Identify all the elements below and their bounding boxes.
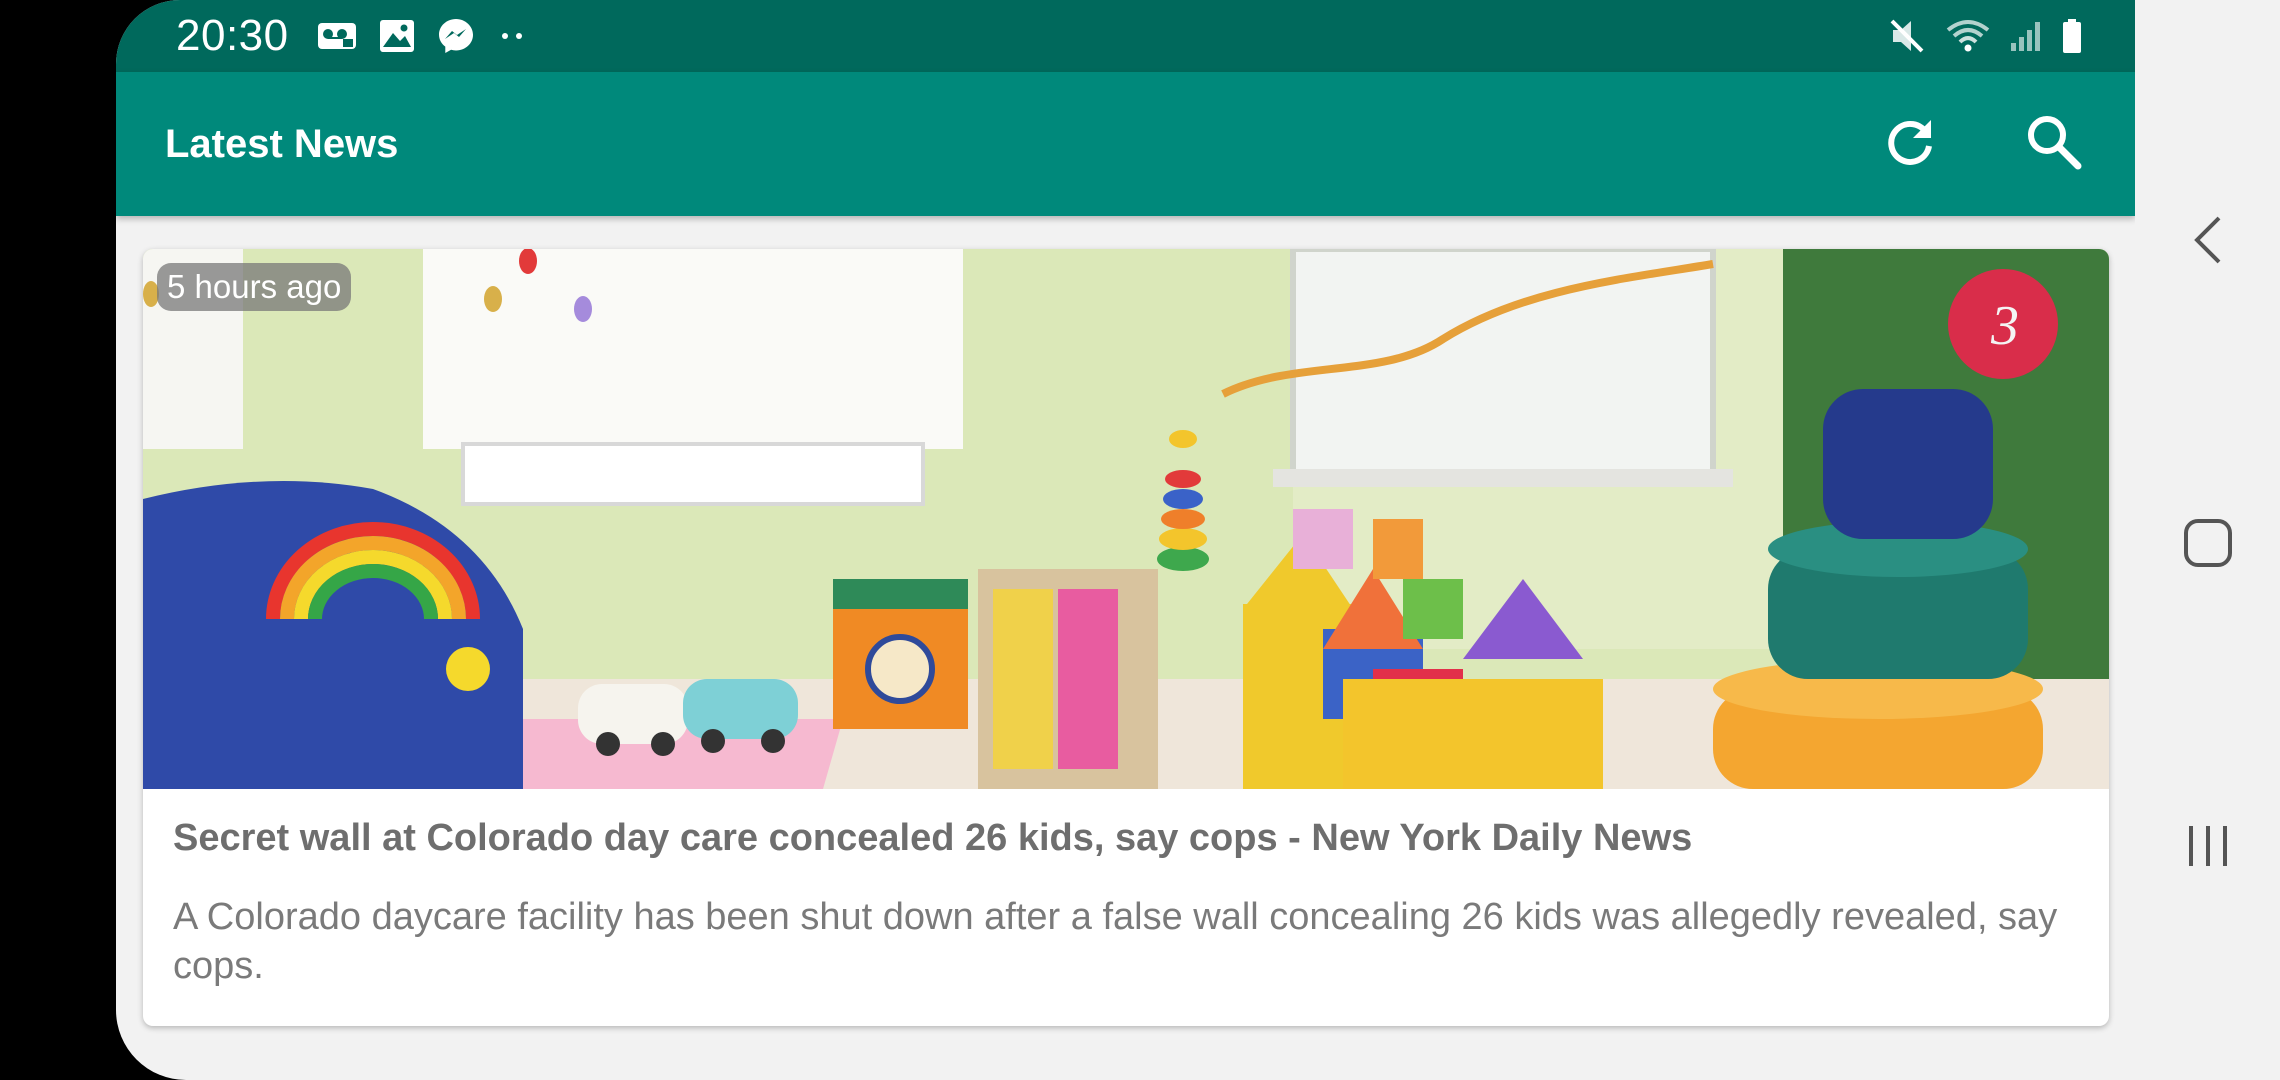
image-icon bbox=[379, 19, 415, 53]
article-image: 3 5 hours ago bbox=[143, 249, 2109, 789]
status-bar: 20:30 bbox=[116, 0, 2135, 72]
news-card[interactable]: 3 5 hours ago Secret wall at Colorado da… bbox=[143, 249, 2109, 1026]
more-dots-icon bbox=[497, 31, 527, 41]
notification-icons bbox=[317, 17, 527, 55]
system-icons bbox=[1889, 18, 2083, 54]
navigation-bar bbox=[2135, 0, 2280, 1080]
status-time: 20:30 bbox=[176, 11, 289, 60]
wifi-icon bbox=[1945, 18, 1991, 54]
image-number: 3 bbox=[1990, 295, 2019, 357]
signal-icon bbox=[2009, 19, 2043, 53]
phone-screen: 20:30 Latest News 3 5 hours ago Secret w… bbox=[116, 0, 2135, 1080]
app-actions bbox=[1875, 109, 2089, 179]
playroom-illustration: 3 bbox=[143, 249, 2109, 789]
news-list: 3 5 hours ago Secret wall at Colorado da… bbox=[116, 216, 2135, 1080]
recents-icon bbox=[2185, 822, 2231, 875]
refresh-icon bbox=[1882, 114, 1938, 175]
mute-icon bbox=[1889, 18, 1927, 54]
search-button[interactable] bbox=[2019, 109, 2089, 179]
voicemail-icon bbox=[317, 21, 357, 51]
time-ago-badge: 5 hours ago bbox=[157, 263, 352, 311]
messenger-icon bbox=[437, 17, 475, 55]
back-icon bbox=[2191, 214, 2225, 271]
home-icon bbox=[2183, 518, 2233, 573]
card-body: Secret wall at Colorado day care conceal… bbox=[143, 789, 2109, 1011]
app-title: Latest News bbox=[165, 121, 399, 166]
article-title: Secret wall at Colorado day care conceal… bbox=[173, 817, 1693, 859]
home-button[interactable] bbox=[2135, 485, 2280, 605]
app-bar: Latest News bbox=[116, 72, 2135, 216]
back-button[interactable] bbox=[2135, 182, 2280, 302]
battery-icon bbox=[2061, 18, 2083, 54]
refresh-button[interactable] bbox=[1875, 109, 1945, 179]
article-description: A Colorado daycare facility has been shu… bbox=[173, 896, 2058, 987]
recents-button[interactable] bbox=[2135, 788, 2280, 908]
search-icon bbox=[2025, 113, 2083, 176]
